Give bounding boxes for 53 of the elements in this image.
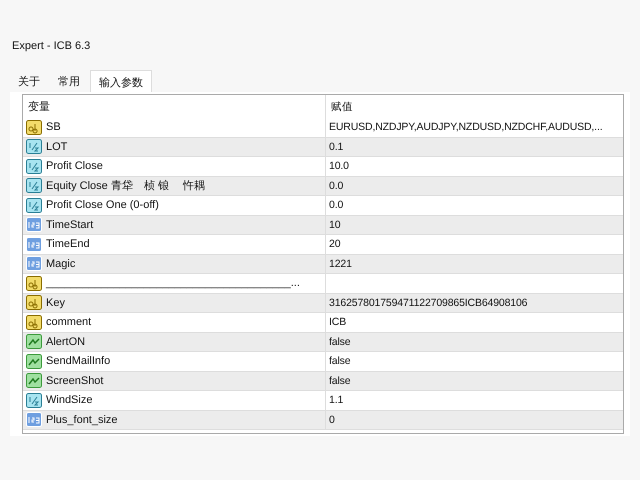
integer-type-icon xyxy=(26,217,42,232)
integer-type-icon xyxy=(26,256,42,272)
parameter-name: SB xyxy=(46,121,61,134)
parameter-value[interactable]: false xyxy=(329,336,350,348)
parameter-value[interactable]: 0 xyxy=(329,414,335,426)
parameter-name: AlertON xyxy=(46,336,86,348)
integer-type-icon xyxy=(26,412,42,428)
tab[interactable]: 关于 xyxy=(10,70,48,92)
double-type-icon xyxy=(26,158,42,174)
parameter-value[interactable]: 1.1 xyxy=(329,394,344,406)
boolean-icon xyxy=(26,334,42,350)
parameter-value[interactable]: 10 xyxy=(329,218,340,231)
parameter-value[interactable]: 0.0 xyxy=(329,199,344,212)
boolean-icon xyxy=(26,373,42,388)
tab[interactable]: 输入参数 xyxy=(90,70,152,92)
column-header[interactable]: 赋值 xyxy=(325,95,623,118)
tab[interactable]: 常用 xyxy=(50,70,88,92)
parameter-value[interactable]: 10.0 xyxy=(329,160,349,172)
parameter-value[interactable]: 0.1 xyxy=(329,140,344,153)
string-type-icon xyxy=(26,295,42,310)
double-type-icon xyxy=(26,392,42,408)
double-type-icon xyxy=(26,198,42,213)
parameter-name: ScreenShot xyxy=(46,374,104,387)
integer-type-icon xyxy=(26,236,42,252)
parameter-value[interactable]: 1221 xyxy=(329,258,352,270)
parameter-name: SendMailInfo xyxy=(46,355,110,368)
string-type-icon xyxy=(26,276,42,291)
double-type-icon xyxy=(26,139,42,154)
parameter-value[interactable]: 0.0 xyxy=(329,180,344,192)
parameter-name: Profit Close xyxy=(46,160,103,172)
parameter-value[interactable]: false xyxy=(329,355,350,368)
parameter-name: TimeEnd xyxy=(46,238,90,250)
double-type-icon xyxy=(26,178,42,194)
parameter-name: ________________________________________... xyxy=(46,277,300,290)
parameter-value[interactable]: EURUSD,NZDJPY,AUDJPY,NZDUSD,NZDCHF,AUDUSD,... xyxy=(329,121,602,134)
parameter-value[interactable]: false xyxy=(329,374,350,387)
parameter-name: Plus_font_size xyxy=(46,414,118,426)
parameter-name: comment xyxy=(46,316,92,328)
string-type-icon xyxy=(26,314,42,330)
boolean-icon xyxy=(26,354,42,369)
parameter-name: LOT xyxy=(46,140,68,153)
parameter-name: Profit Close One (0-off) xyxy=(46,199,159,212)
parameter-value[interactable]: 20 xyxy=(329,238,340,250)
parameter-value[interactable]: 316257801759471122709865ICB64908106 xyxy=(329,296,528,309)
parameter-name: TimeStart xyxy=(46,218,94,231)
parameter-name: Magic xyxy=(46,258,76,270)
parameter-name: Key xyxy=(46,296,65,309)
parameter-name: WindSize xyxy=(46,394,92,406)
window-title: Expert - ICB 6.3 xyxy=(11,39,92,54)
column-header[interactable]: 变量 xyxy=(23,95,325,118)
parameter-name: Equity Close 青牮 桢 锒 忤耦 xyxy=(46,178,205,194)
parameter-value[interactable]: ICB xyxy=(329,316,346,328)
string-type-icon xyxy=(26,120,42,135)
